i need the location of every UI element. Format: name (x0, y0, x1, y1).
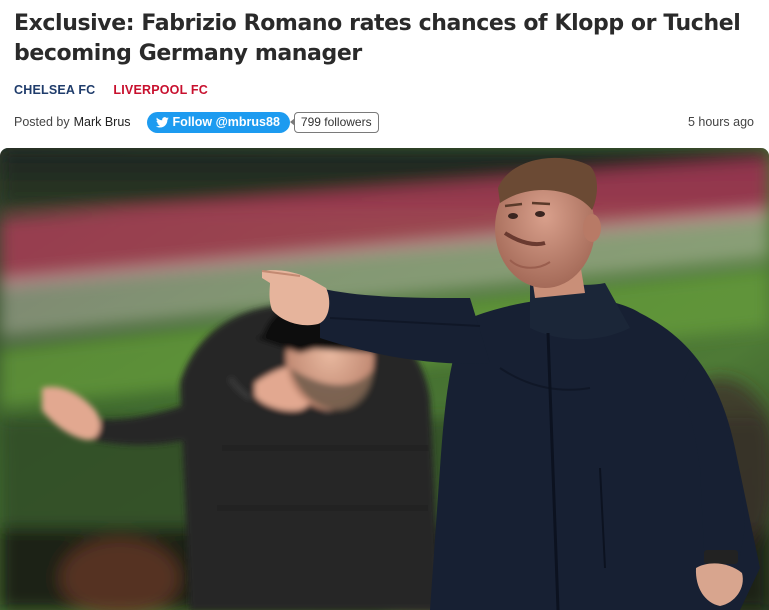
twitter-bird-icon (155, 116, 169, 127)
article-hero-image (0, 148, 769, 610)
follow-label: Follow @mbrus88 (172, 115, 280, 129)
category-tags: CHELSEA FC LIVERPOOL FC (14, 83, 208, 97)
tag-chelsea-fc[interactable]: CHELSEA FC (14, 83, 95, 97)
twitter-follow-button[interactable]: Follow @mbrus88 (146, 111, 290, 133)
publish-timestamp: 5 hours ago (687, 115, 754, 129)
followers-count: 799 followers (289, 111, 379, 133)
posted-by-label: Posted by (14, 115, 70, 129)
article-headline: Exclusive: Fabrizio Romano rates chances… (14, 11, 741, 66)
tag-liverpool-fc[interactable]: LIVERPOOL FC (113, 83, 208, 97)
author-name[interactable]: Mark Brus (74, 115, 131, 129)
byline: Posted by Mark Brus Follow @mbrus88 799 … (14, 110, 754, 134)
